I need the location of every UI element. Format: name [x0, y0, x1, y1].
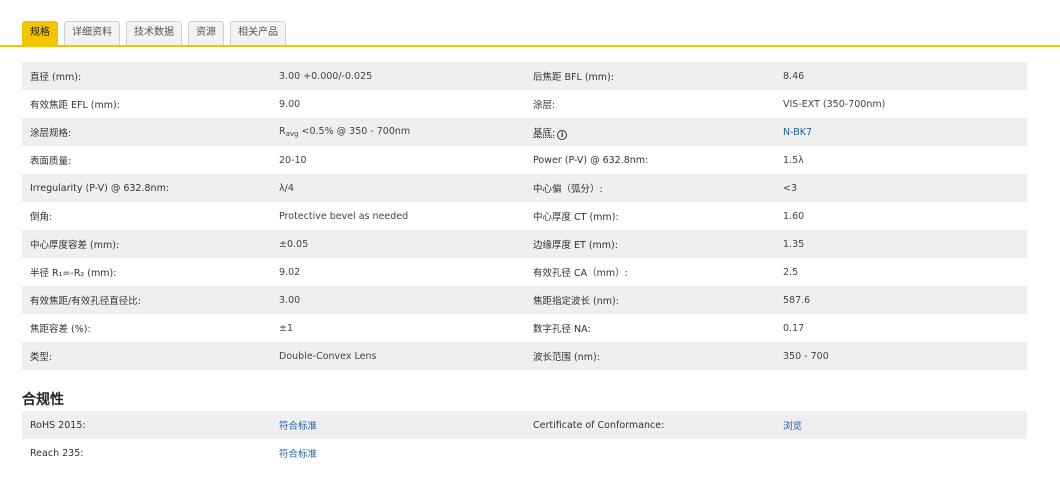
- rohs-compliant-link[interactable]: 符合标准: [279, 421, 317, 432]
- spec-value: ±0.05: [279, 238, 309, 250]
- spec-label: 半径 R₁=-R₂ (mm):: [30, 268, 117, 279]
- spec-value: 2.5: [783, 266, 799, 278]
- spec-label: Irregularity (P-V) @ 632.8nm:: [30, 182, 170, 194]
- tab-list: 规格 详细资料 技术数据 资源 相关产品: [22, 21, 286, 45]
- spec-value: 20-10: [279, 154, 307, 166]
- spec-value: 1.35: [783, 238, 805, 250]
- table-row: 表面质量: 20-10 Power (P-V) @ 632.8nm: 1.5λ: [22, 146, 1027, 174]
- spec-label: 后焦距 BFL (mm):: [533, 72, 614, 83]
- substrate-label: 基底:: [533, 127, 556, 139]
- spec-label: 有效焦距 EFL (mm):: [30, 100, 120, 111]
- table-row: 有效焦距/有效孔径直径比: 3.00 焦距指定波长 (nm): 587.6: [22, 286, 1027, 314]
- spec-label: 边缘厚度 ET (mm):: [533, 240, 618, 251]
- spec-label: 有效孔径 CA（mm）:: [533, 268, 628, 279]
- spec-value: 8.46: [783, 70, 805, 82]
- spec-label: 基底: i: [526, 125, 775, 140]
- spec-label: 涂层规格:: [30, 128, 72, 139]
- spec-value: ±1: [279, 322, 294, 334]
- spec-value: 9.02: [279, 266, 301, 278]
- spec-label: 焦距指定波长 (nm):: [533, 296, 619, 307]
- coating-r-subscript: avg: [285, 130, 299, 138]
- table-row: 有效焦距 EFL (mm): 9.00 涂层: VIS-EXT (350-700…: [22, 90, 1027, 118]
- spec-value: λ/4: [279, 182, 294, 194]
- spec-value: Protective bevel as needed: [279, 210, 409, 222]
- spec-label: 波长范围 (nm):: [533, 352, 600, 363]
- table-row: 半径 R₁=-R₂ (mm): 9.02 有效孔径 CA（mm）: 2.5: [22, 258, 1027, 286]
- spec-value: <3: [783, 182, 798, 194]
- coating-spec-text: <0.5% @ 350 - 700nm: [298, 126, 411, 137]
- spec-value: 3.00 +0.000/-0.025: [279, 70, 373, 82]
- spec-value: Ravg <0.5% @ 350 - 700nm: [272, 126, 526, 138]
- spec-value: VIS-EXT (350-700nm): [783, 98, 886, 110]
- spec-label: 倒角:: [30, 212, 53, 223]
- compliance-label: RoHS 2015:: [30, 419, 86, 431]
- tab-details[interactable]: 详细资料: [64, 21, 120, 45]
- compliance-value: 浏览: [775, 418, 1027, 432]
- spec-label: 涂层:: [533, 100, 556, 111]
- spec-value: 350 - 700: [783, 350, 829, 362]
- spec-value: 587.6: [783, 294, 811, 306]
- spec-value: 0.17: [783, 322, 805, 334]
- table-row: 焦距容差 (%): ±1 数字孔径 NA: 0.17: [22, 314, 1027, 342]
- substrate-link[interactable]: N-BK7: [783, 127, 812, 138]
- table-row: RoHS 2015: 符合标准 Certificate of Conforman…: [22, 411, 1027, 439]
- spec-value: N-BK7: [775, 127, 1027, 138]
- spec-label: 表面质量:: [30, 156, 72, 167]
- spec-label: 直径 (mm):: [30, 72, 82, 83]
- tab-bar: 规格 详细资料 技术数据 资源 相关产品: [0, 0, 1060, 47]
- spec-label: 中心厚度容差 (mm):: [30, 240, 120, 251]
- table-row: 中心厚度容差 (mm): ±0.05 边缘厚度 ET (mm): 1.35: [22, 230, 1027, 258]
- table-row: 直径 (mm): 3.00 +0.000/-0.025 后焦距 BFL (mm)…: [22, 62, 1027, 90]
- info-icon[interactable]: i: [557, 129, 568, 140]
- compliance-label: Certificate of Conformance:: [533, 419, 665, 431]
- spec-value: 3.00: [279, 294, 301, 306]
- compliance-value: 符合标准: [272, 446, 526, 460]
- table-row: 涂层规格: Ravg <0.5% @ 350 - 700nm 基底: i N-BK…: [22, 118, 1027, 146]
- compliance-table: RoHS 2015: 符合标准 Certificate of Conforman…: [22, 411, 1027, 467]
- tab-resources[interactable]: 资源: [188, 21, 224, 45]
- tab-related-products[interactable]: 相关产品: [230, 21, 286, 45]
- compliance-label: Reach 235:: [30, 447, 84, 459]
- specifications-table: 直径 (mm): 3.00 +0.000/-0.025 后焦距 BFL (mm)…: [22, 62, 1027, 370]
- tab-technical-data[interactable]: 技术数据: [126, 21, 182, 45]
- spec-value: 9.00: [279, 98, 301, 110]
- spec-value: 1.5λ: [783, 154, 804, 166]
- coating-r-symbol: R: [279, 126, 286, 137]
- spec-label: 中心厚度 CT (mm):: [533, 212, 619, 223]
- table-row: 倒角: Protective bevel as needed 中心厚度 CT (…: [22, 202, 1027, 230]
- spec-label: 类型:: [30, 352, 53, 363]
- spec-label: 中心偏（弧分）:: [533, 184, 603, 195]
- spec-label: Power (P-V) @ 632.8nm:: [533, 154, 649, 166]
- spec-label: 数字孔径 NA:: [533, 324, 591, 335]
- tab-specs[interactable]: 规格: [22, 21, 58, 45]
- spec-label: 焦距容差 (%):: [30, 324, 91, 335]
- compliance-heading: 合规性: [22, 392, 64, 408]
- compliance-value: 符合标准: [272, 418, 526, 432]
- spec-label: 有效焦距/有效孔径直径比:: [30, 296, 141, 307]
- certificate-view-link[interactable]: 浏览: [783, 421, 802, 432]
- tab-underline: [0, 45, 1060, 47]
- spec-value: Double-Convex Lens: [279, 350, 377, 362]
- spec-value: 1.60: [783, 210, 805, 222]
- table-row: Reach 235: 符合标准: [22, 439, 1027, 467]
- table-row: Irregularity (P-V) @ 632.8nm: λ/4 中心偏（弧分…: [22, 174, 1027, 202]
- reach-compliant-link[interactable]: 符合标准: [279, 449, 317, 460]
- table-row: 类型: Double-Convex Lens 波长范围 (nm): 350 - …: [22, 342, 1027, 370]
